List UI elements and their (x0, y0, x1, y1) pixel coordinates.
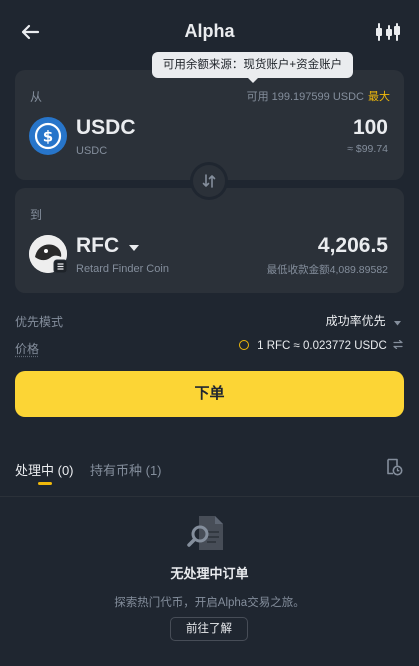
place-order-button[interactable]: 下单 (15, 371, 404, 417)
caret-down-icon (394, 315, 401, 329)
price-row: 1 RFC ≈ 0.023772 USDC (238, 339, 403, 353)
active-tab-indicator (38, 482, 52, 485)
page-title: Alpha (184, 21, 235, 41)
swap-arrows-icon (193, 165, 225, 197)
svg-text:$: $ (43, 128, 53, 146)
caret-down-icon (129, 234, 140, 258)
learn-more-button[interactable]: 前往了解 (170, 617, 248, 641)
price-label-text: 价格 (15, 342, 40, 356)
min-receive-amount: 最低收款金额4,089.89582 (266, 264, 388, 276)
tab-holdings[interactable]: 持有币种 (1) (90, 460, 162, 479)
tab-processing[interactable]: 处理中 (0) (15, 460, 74, 479)
priority-mode-select[interactable]: 成功率优先 (326, 312, 401, 329)
priority-mode-value: 成功率优先 (325, 314, 386, 328)
order-history-icon[interactable] (385, 458, 403, 476)
candlestick-settings-icon[interactable] (376, 20, 400, 44)
from-usd-value: ≈ $99.74 (347, 143, 388, 155)
to-label: 到 (30, 208, 43, 222)
available-balance: 可用 199.197599 USDC 最大 (247, 88, 390, 104)
balance-source-tooltip: 可用余额来源：现货账户+资金账户 (152, 52, 353, 83)
to-token-symbol: RFC (76, 234, 120, 257)
tabs-divider (0, 496, 419, 497)
from-token-name: USDC (76, 145, 108, 157)
rfc-icon (29, 235, 68, 274)
empty-search-document-icon (185, 512, 231, 554)
to-token-selector[interactable]: RFC (76, 234, 140, 258)
priority-mode-label: 优先模式 (15, 315, 64, 329)
available-balance-text: 可用 199.197599 USDC (246, 91, 364, 103)
from-label: 从 (30, 90, 43, 104)
to-token-name: Retard Finder Coin (76, 263, 169, 275)
switch-price-icon[interactable] (393, 339, 403, 352)
max-button[interactable]: 最大 (368, 91, 390, 103)
price-label: 价格 (15, 340, 39, 357)
to-card: 到 RFC Retard Finder Coin 4,206.5 最低收款金额4… (15, 188, 404, 293)
price-status-icon (238, 340, 249, 351)
price-value: 1 RFC ≈ 0.023772 USDC (257, 340, 387, 353)
to-amount: 4,206.5 (317, 234, 388, 257)
swap-direction-button[interactable] (190, 162, 228, 200)
from-token-symbol[interactable]: USDC (76, 116, 136, 140)
from-amount-input[interactable]: 100 (353, 116, 388, 140)
usdc-icon: $ (29, 117, 67, 155)
empty-state-title: 无处理中订单 (170, 566, 249, 581)
empty-state-description: 探索热门代币，开启Alpha交易之旅。 (114, 597, 305, 609)
